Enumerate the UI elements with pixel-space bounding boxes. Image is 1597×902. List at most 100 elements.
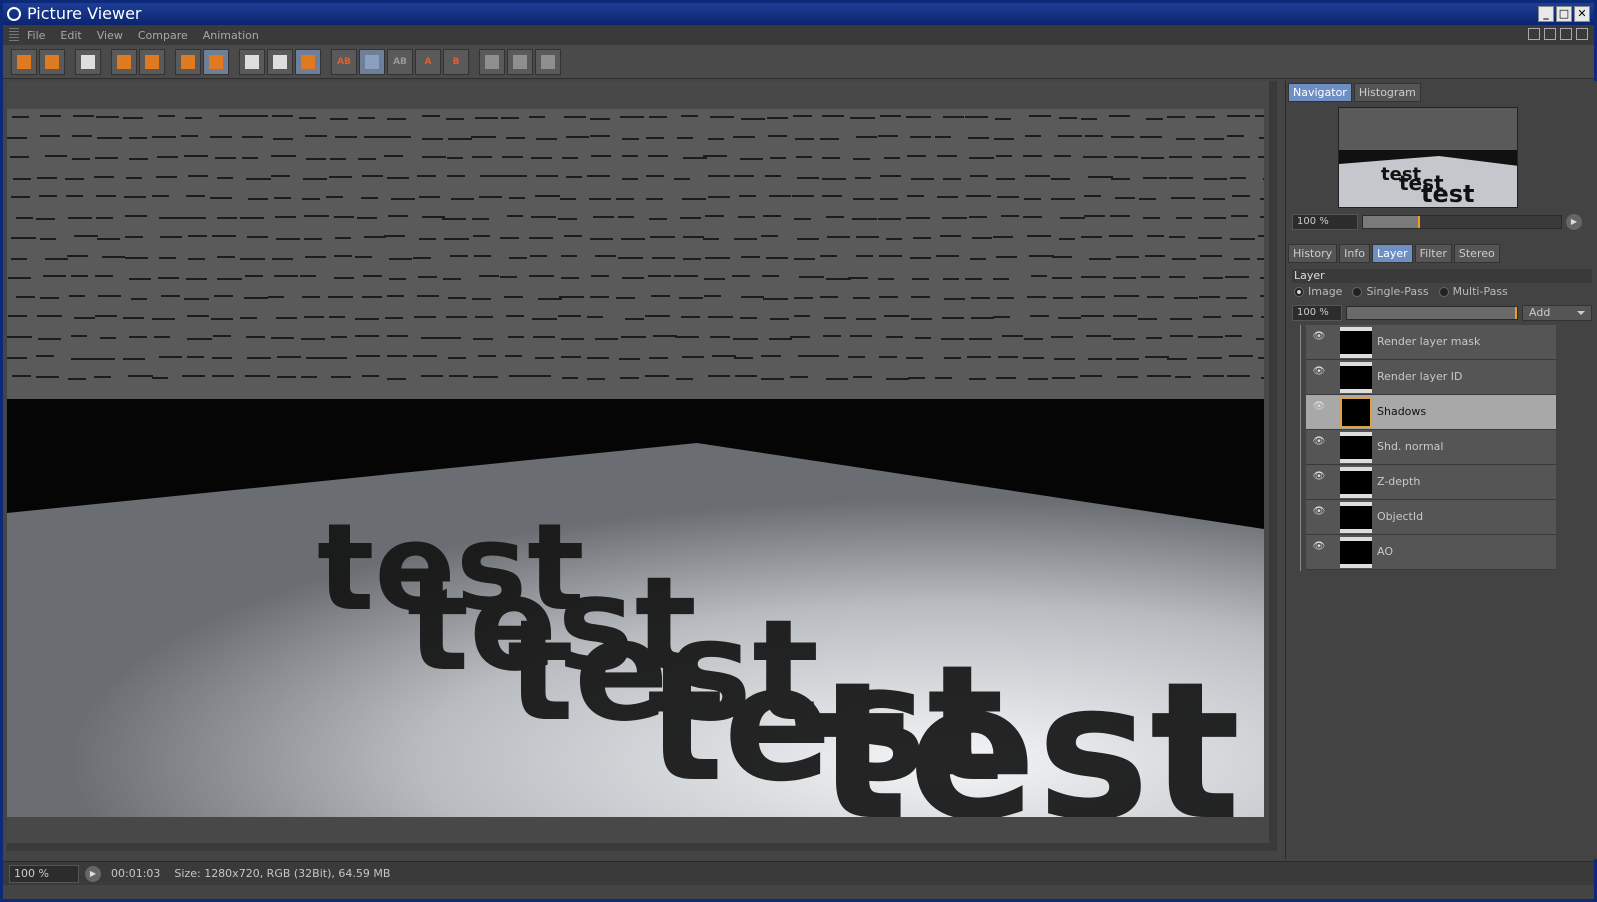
window-title: Picture Viewer <box>27 4 142 23</box>
eye-icon[interactable]: 👁 <box>1312 471 1326 482</box>
frame-icon <box>273 54 287 69</box>
tab-filter[interactable]: Filter <box>1414 244 1452 263</box>
split-icon <box>365 54 379 69</box>
status-play-icon[interactable]: ▶ <box>85 865 101 882</box>
mode-image-radio[interactable]: Image <box>1294 285 1342 298</box>
b-label: B <box>452 56 460 67</box>
compare-icon <box>301 54 315 69</box>
navigator-play-icon[interactable]: ▶ <box>1566 214 1582 230</box>
channel-b-button[interactable] <box>535 48 561 75</box>
eye-icon[interactable]: 👁 <box>1312 331 1326 342</box>
frame-icon <box>245 54 259 69</box>
menu-compare[interactable]: Compare <box>138 29 188 42</box>
close-button[interactable]: ✕ <box>1574 6 1590 22</box>
panel-tabs: History Info Layer Filter Stereo <box>1288 244 1500 263</box>
tab-navigator[interactable]: Navigator <box>1288 83 1352 102</box>
layer-row[interactable]: 👁 AO <box>1306 535 1556 570</box>
menu-file[interactable]: File <box>27 29 45 42</box>
menu-animation[interactable]: Animation <box>203 29 259 42</box>
image-info: Size: 1280x720, RGB (32Bit), 64.59 MB <box>174 867 391 880</box>
minimize-button[interactable]: _ <box>1538 6 1554 22</box>
navigator-zoom-knob[interactable] <box>1418 216 1421 228</box>
set-b-button[interactable]: B <box>443 48 469 75</box>
move-icon[interactable] <box>1560 28 1572 40</box>
eye-icon[interactable]: 👁 <box>1312 541 1326 552</box>
grip-icon <box>9 28 19 42</box>
layer-row[interactable]: 👁 Render layer ID <box>1306 360 1556 395</box>
render-list-button[interactable] <box>203 48 229 75</box>
eye-icon[interactable]: 👁 <box>1312 506 1326 517</box>
vertical-scrollbar[interactable] <box>1269 81 1277 851</box>
navigator-thumbnail[interactable]: test test test <box>1338 107 1518 208</box>
menu-view[interactable]: View <box>97 29 123 42</box>
set-a-button[interactable]: A <box>415 48 441 75</box>
view-a-button[interactable] <box>239 48 265 75</box>
layout-icon[interactable] <box>1528 28 1540 40</box>
layer-opacity-field[interactable]: 100 % <box>1292 305 1342 321</box>
layer-thumbnail <box>1340 537 1372 568</box>
layer-tree-line <box>1300 325 1301 571</box>
layer-name: Render layer ID <box>1377 370 1463 383</box>
tab-histogram[interactable]: Histogram <box>1353 83 1421 102</box>
ab-compare-button[interactable]: AB <box>331 48 357 75</box>
layer-name: AO <box>1377 545 1393 558</box>
user-icon <box>145 54 159 69</box>
tab-layer[interactable]: Layer <box>1371 244 1413 263</box>
menu-edit[interactable]: Edit <box>60 29 81 42</box>
radio-dot <box>1438 286 1449 297</box>
radio-dot <box>1294 286 1304 297</box>
navigator-preview: test test test <box>1339 108 1517 207</box>
channel-r-button[interactable] <box>479 48 505 75</box>
layer-row[interactable]: 👁 Z-depth <box>1306 465 1556 500</box>
region-icon <box>81 54 95 69</box>
layer-thumbnail <box>1340 327 1372 358</box>
tab-history[interactable]: History <box>1288 244 1338 263</box>
open-button[interactable] <box>11 48 37 75</box>
mode-single-pass-label: Single-Pass <box>1366 285 1429 298</box>
channel-icon <box>485 54 499 69</box>
render-time: 00:01:03 <box>111 867 161 880</box>
ab-swap-label: AB <box>393 56 407 67</box>
layer-thumbnail <box>1340 502 1372 533</box>
user-button[interactable] <box>139 48 165 75</box>
mode-single-pass-radio[interactable]: Single-Pass <box>1352 285 1429 298</box>
eye-icon[interactable]: 👁 <box>1312 366 1326 377</box>
layer-row[interactable]: 👁 Shd. normal <box>1306 430 1556 465</box>
layer-name: Render layer mask <box>1377 335 1481 348</box>
horizontal-scrollbar[interactable] <box>7 843 1269 851</box>
ab-split-button[interactable] <box>359 48 385 75</box>
layer-thumbnail <box>1340 362 1372 393</box>
image-viewport[interactable]: test test test test test <box>7 81 1277 851</box>
layer-row-selected[interactable]: 👁 Shadows <box>1306 395 1556 430</box>
layer-thumbnail <box>1340 467 1372 498</box>
ab-swap-button[interactable]: AB <box>387 48 413 75</box>
crop-icon <box>117 54 131 69</box>
view-compare-button[interactable] <box>295 48 321 75</box>
tab-info[interactable]: Info <box>1339 244 1370 263</box>
tab-stereo[interactable]: Stereo <box>1453 244 1500 263</box>
status-zoom-field[interactable]: 100 % <box>9 864 79 883</box>
new-panel-icon[interactable] <box>1544 28 1556 40</box>
layer-section-header: Layer <box>1292 269 1592 283</box>
navigator-zoom-field[interactable]: 100 % <box>1292 214 1358 230</box>
layer-name: Shadows <box>1377 405 1427 418</box>
channel-g-button[interactable] <box>507 48 533 75</box>
layer-opacity-slider[interactable] <box>1346 306 1518 320</box>
layer-opacity-knob[interactable] <box>1515 307 1517 319</box>
maximize-button[interactable]: □ <box>1556 6 1572 22</box>
dock-icon[interactable] <box>1576 28 1588 40</box>
layer-row[interactable]: 👁 Render layer mask <box>1306 325 1556 360</box>
save-icon <box>45 54 59 69</box>
mode-multi-pass-radio[interactable]: Multi-Pass <box>1438 285 1508 298</box>
add-layer-dropdown[interactable]: Add <box>1522 305 1592 321</box>
stop-render-button[interactable] <box>175 48 201 75</box>
eye-icon[interactable]: 👁 <box>1312 436 1326 447</box>
layer-row[interactable]: 👁 ObjectId <box>1306 500 1556 535</box>
navigator-zoom-slider[interactable] <box>1362 215 1562 229</box>
view-b-button[interactable] <box>267 48 293 75</box>
eye-icon[interactable]: 👁 <box>1312 401 1326 412</box>
crop-button[interactable] <box>111 48 137 75</box>
region-button[interactable] <box>75 48 101 75</box>
menu-bar: File Edit View Compare Animation <box>3 25 1594 45</box>
save-button[interactable] <box>39 48 65 75</box>
